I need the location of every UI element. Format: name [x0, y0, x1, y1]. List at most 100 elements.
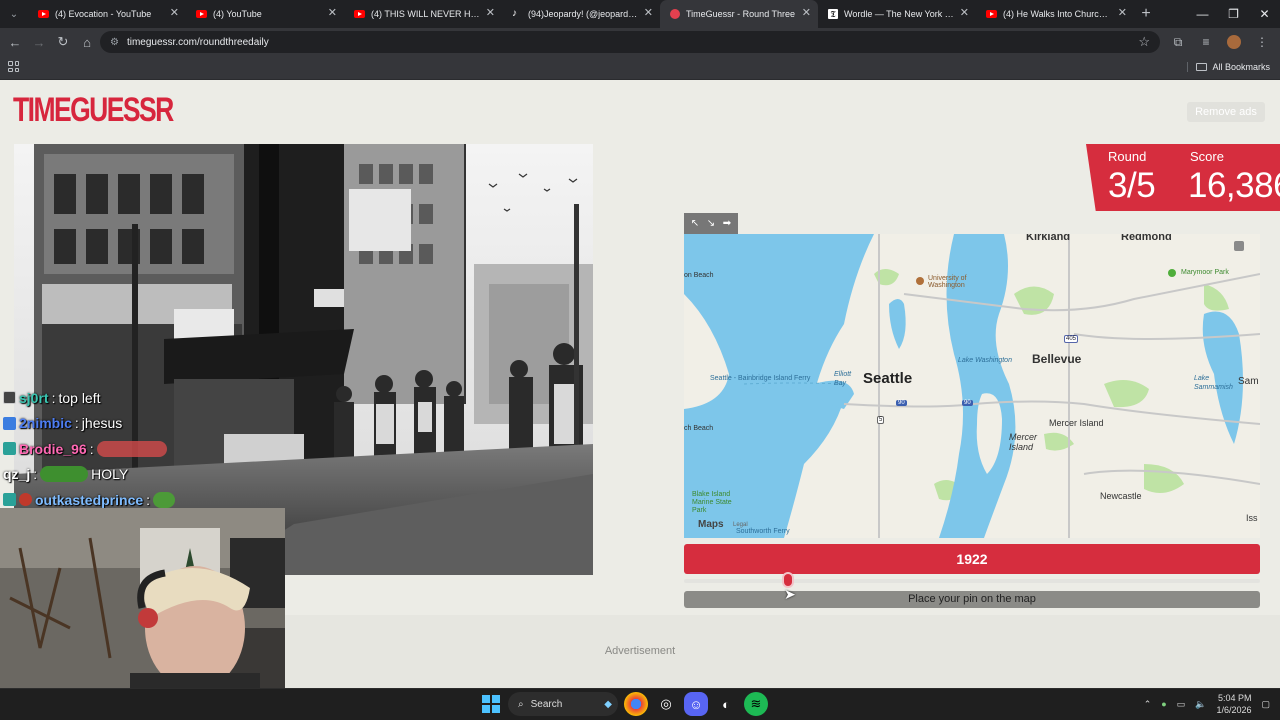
home-icon[interactable]: ⌂ [75, 30, 99, 54]
year-display: 1922 [684, 544, 1260, 574]
chat-text: HOLY [91, 466, 129, 483]
taskbar-search[interactable]: ⌕ Search ◆ [508, 692, 618, 716]
map-label-ferry: Seattle - Bainbridge Island Ferry [710, 375, 811, 382]
close-tab-icon[interactable]: ✕ [486, 8, 495, 19]
chat-badge-icon [3, 416, 16, 430]
map-label-kirkland: Kirkland [1026, 234, 1071, 243]
maps-attribution: Maps [698, 519, 724, 530]
guess-map[interactable]: Kirkland Redmond University of Washingto… [684, 234, 1260, 538]
tab-church[interactable]: (4) He Walks Into Church Claim✕ [976, 0, 1134, 28]
window-controls: — ❐ ✕ [1187, 0, 1280, 28]
chat-emote-icon [153, 491, 176, 508]
map-label-sam: Sam [1238, 376, 1259, 387]
close-window-icon[interactable]: ✕ [1249, 0, 1280, 28]
extensions-icon[interactable]: ⧉ [1166, 30, 1190, 54]
nyt-icon: 𝕿 [828, 9, 838, 19]
volume-icon[interactable]: 🔈 [1195, 699, 1206, 710]
map-label-mercer-island: Mercer Island [1009, 432, 1038, 452]
score-label: Score [1190, 149, 1224, 164]
chat-emote-icon [96, 440, 167, 457]
windows-taskbar: ⌕ Search ◆ ◎ ☺ ◐ ≋ ⌃ ● ▭ 🔈 5:04 PM 1/6/2… [0, 688, 1280, 720]
map-size-controls: ↖ ↘ ➡ [684, 213, 738, 234]
year-slider-track[interactable] [684, 579, 1260, 583]
close-tab-icon[interactable]: ✕ [170, 8, 179, 19]
close-tab-icon[interactable]: ✕ [328, 8, 337, 19]
tab-evocation[interactable]: (4) Evocation - YouTube ✕ [28, 0, 186, 28]
chrome-icon[interactable] [624, 692, 648, 716]
chat-badge-icon [19, 493, 32, 507]
windows-start-icon[interactable] [480, 693, 502, 715]
media-controls-icon[interactable]: ≡ [1194, 30, 1218, 54]
highway-shield-90-east: 90 [962, 400, 973, 406]
tab-wordle[interactable]: 𝕿Wordle — The New York Times✕ [818, 0, 976, 28]
map-label-mercer-island-town: Mercer Island [1049, 418, 1104, 428]
chat-message: 2nimbic: jhesus [3, 411, 293, 437]
pin-map-icon[interactable]: ➡ [721, 217, 734, 230]
chat-text: jhesus [81, 415, 123, 432]
place-pin-button[interactable]: Place your pin on the map [684, 591, 1260, 608]
close-tab-icon[interactable]: ✕ [1118, 8, 1127, 19]
steam-icon[interactable]: ◐ [714, 692, 738, 716]
highway-shield-90-west: 90 [896, 400, 907, 406]
menu-icon[interactable]: ⋮ [1250, 30, 1274, 54]
new-tab-button[interactable]: + [1134, 5, 1158, 23]
highway-shield-5: 5 [877, 416, 885, 424]
close-tab-icon[interactable]: ✕ [644, 8, 653, 19]
bookmarks-bar: All Bookmarks [0, 56, 1280, 80]
map-label-lake-washington: Lake Washington [958, 357, 1012, 364]
tray-chevron-icon[interactable]: ⌃ [1144, 699, 1152, 710]
map-label-elliott-bay: Elliott Bay [834, 371, 852, 387]
chat-badge-icon [3, 391, 16, 405]
chat-username: 2nimbic [19, 415, 72, 432]
notifications-icon[interactable]: ▢ [1261, 699, 1270, 710]
taskbar-clock[interactable]: 5:04 PM 1/6/2026 [1216, 692, 1251, 716]
round-label: Round [1108, 149, 1147, 164]
youtube-icon [196, 10, 207, 18]
all-bookmarks-button[interactable]: All Bookmarks [1187, 62, 1270, 72]
apps-icon[interactable] [8, 61, 19, 72]
toolbar-actions: ⧉ ≡ ⋮ [1166, 30, 1274, 54]
close-tab-icon[interactable]: ✕ [960, 8, 969, 19]
microphone-icon[interactable]: ● [1161, 699, 1166, 709]
back-icon[interactable]: ← [3, 30, 27, 54]
tab-timeguessr[interactable]: TimeGuessr - Round Three ✕ [660, 0, 818, 28]
network-icon[interactable]: ▭ [1177, 699, 1186, 710]
chat-username: qz_j [3, 466, 31, 483]
chat-message: qz_j: HOLY [3, 466, 129, 483]
address-bar[interactable]: ⚙ timeguessr.com/roundthreedaily ☆ [100, 31, 1160, 53]
folder-icon [1196, 63, 1208, 71]
youtube-icon [38, 10, 49, 18]
map-label-marymoor: Marymoor Park [1181, 269, 1229, 276]
mouse-cursor-icon: ➤ [784, 586, 796, 602]
restore-icon[interactable]: ❐ [1218, 0, 1249, 28]
tab-search-chevron-icon[interactable]: ⌄ [0, 0, 28, 28]
timeguessr-logo[interactable]: TIMEGUESSR [13, 90, 174, 130]
tiktok-icon: ♪ [512, 8, 517, 19]
discord-icon[interactable]: ☺ [684, 692, 708, 716]
forward-icon[interactable]: → [27, 30, 51, 54]
close-tab-icon[interactable]: ✕ [802, 8, 811, 19]
spotify-icon[interactable]: ≋ [744, 692, 768, 716]
profile-avatar[interactable] [1222, 30, 1246, 54]
search-icon: ⌕ [518, 698, 524, 710]
maps-legal-link[interactable]: Legal [733, 522, 748, 528]
highway-shield-405: 405 [1064, 335, 1079, 343]
bookmark-star-icon[interactable]: ☆ [1138, 34, 1150, 50]
map-label-southworth: Southworth Ferry [736, 528, 790, 535]
remove-ads-button[interactable]: Remove ads [1187, 102, 1265, 122]
nav-bar: ← → ↻ ⌂ ⚙ timeguessr.com/roundthreedaily… [0, 28, 1280, 56]
tab-never-happen[interactable]: (4) THIS WILL NEVER HAPPEN A✕ [344, 0, 502, 28]
map-layers-icon[interactable] [1234, 241, 1244, 251]
map-label-beach-top: on Beach [684, 272, 714, 279]
tab-bar: ⌄ (4) Evocation - YouTube ✕ (4) YouTube ✕ … [0, 0, 1280, 28]
tab-jeopardy[interactable]: ♪(94)Jeopardy! (@jeopardy) Offi✕ [502, 0, 660, 28]
site-info-icon[interactable]: ⚙ [110, 37, 119, 48]
minimize-icon[interactable]: — [1187, 0, 1218, 28]
tab-youtube[interactable]: (4) YouTube ✕ [186, 0, 344, 28]
obs-icon[interactable]: ◎ [654, 692, 678, 716]
url-text: timeguessr.com/roundthreedaily [126, 36, 269, 48]
chat-text: top left [58, 389, 101, 406]
shrink-map-icon[interactable]: ↖ [689, 217, 702, 230]
expand-map-icon[interactable]: ↘ [705, 217, 718, 230]
reload-icon[interactable]: ↻ [51, 30, 75, 54]
